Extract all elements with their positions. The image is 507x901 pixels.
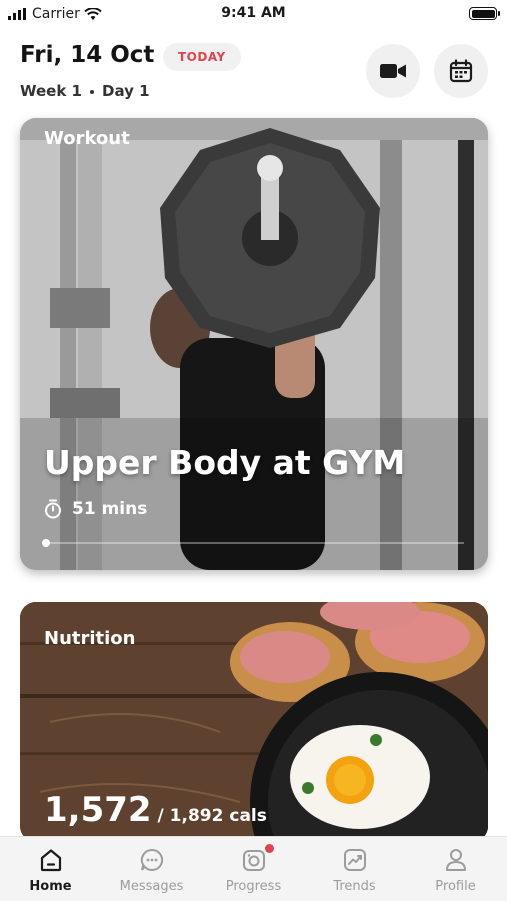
battery-icon <box>469 7 500 20</box>
calorie-summary: 1,572/ 1,892 cals <box>44 790 267 830</box>
tab-profile[interactable]: Profile <box>405 837 506 901</box>
calendar-button[interactable] <box>434 44 488 98</box>
tab-label: Profile <box>435 879 476 894</box>
person-icon <box>445 849 466 871</box>
workout-progress-bar <box>42 539 464 547</box>
tab-label: Messages <box>119 879 184 894</box>
tab-trends[interactable]: Trends <box>304 837 405 901</box>
status-bar: Carrier 9:41 AM <box>0 0 507 28</box>
nutrition-card[interactable]: Nutrition 1,572/ 1,892 cals <box>20 602 488 842</box>
trend-chart-icon <box>343 849 366 871</box>
chat-icon <box>140 848 163 871</box>
home-icon <box>40 849 61 872</box>
tab-label: Trends <box>333 879 376 894</box>
stopwatch-icon <box>45 499 61 519</box>
calories-goal: / 1,892 cals <box>157 806 267 826</box>
week-label: Week 1 <box>20 82 82 100</box>
tab-messages[interactable]: Messages <box>101 837 202 901</box>
page-title: Fri, 14 Oct <box>20 42 155 68</box>
tab-label: Home <box>29 879 72 894</box>
tab-home[interactable]: Home <box>0 837 101 901</box>
calories-consumed: 1,572 <box>44 790 152 830</box>
duration-text: 51 mins <box>72 499 148 519</box>
workout-duration: 51 mins <box>44 499 147 519</box>
progress-indicator <box>42 539 50 547</box>
bottom-tab-bar: Home Messages Progress Trends Profile <box>0 836 507 901</box>
workout-label: Workout <box>44 128 130 149</box>
workout-card[interactable]: Workout Upper Body at GYM 51 mins <box>20 118 488 570</box>
today-badge[interactable]: TODAY <box>163 43 241 71</box>
day-label: Day 1 <box>102 82 150 100</box>
camera-icon <box>242 850 265 871</box>
day-header: Fri, 14 Oct TODAY Week 1 Day 1 <box>0 40 507 110</box>
week-day-label: Week 1 Day 1 <box>20 82 150 100</box>
workout-title: Upper Body at GYM <box>44 443 406 482</box>
nutrition-label: Nutrition <box>44 628 136 649</box>
tab-label: Progress <box>225 879 282 894</box>
video-camera-icon <box>380 64 406 78</box>
separator-dot <box>90 89 94 94</box>
status-time: 9:41 AM <box>221 5 286 21</box>
notification-badge <box>265 844 274 853</box>
video-button[interactable] <box>366 44 420 98</box>
calendar-icon <box>449 59 473 83</box>
tab-progress[interactable]: Progress <box>203 837 304 901</box>
